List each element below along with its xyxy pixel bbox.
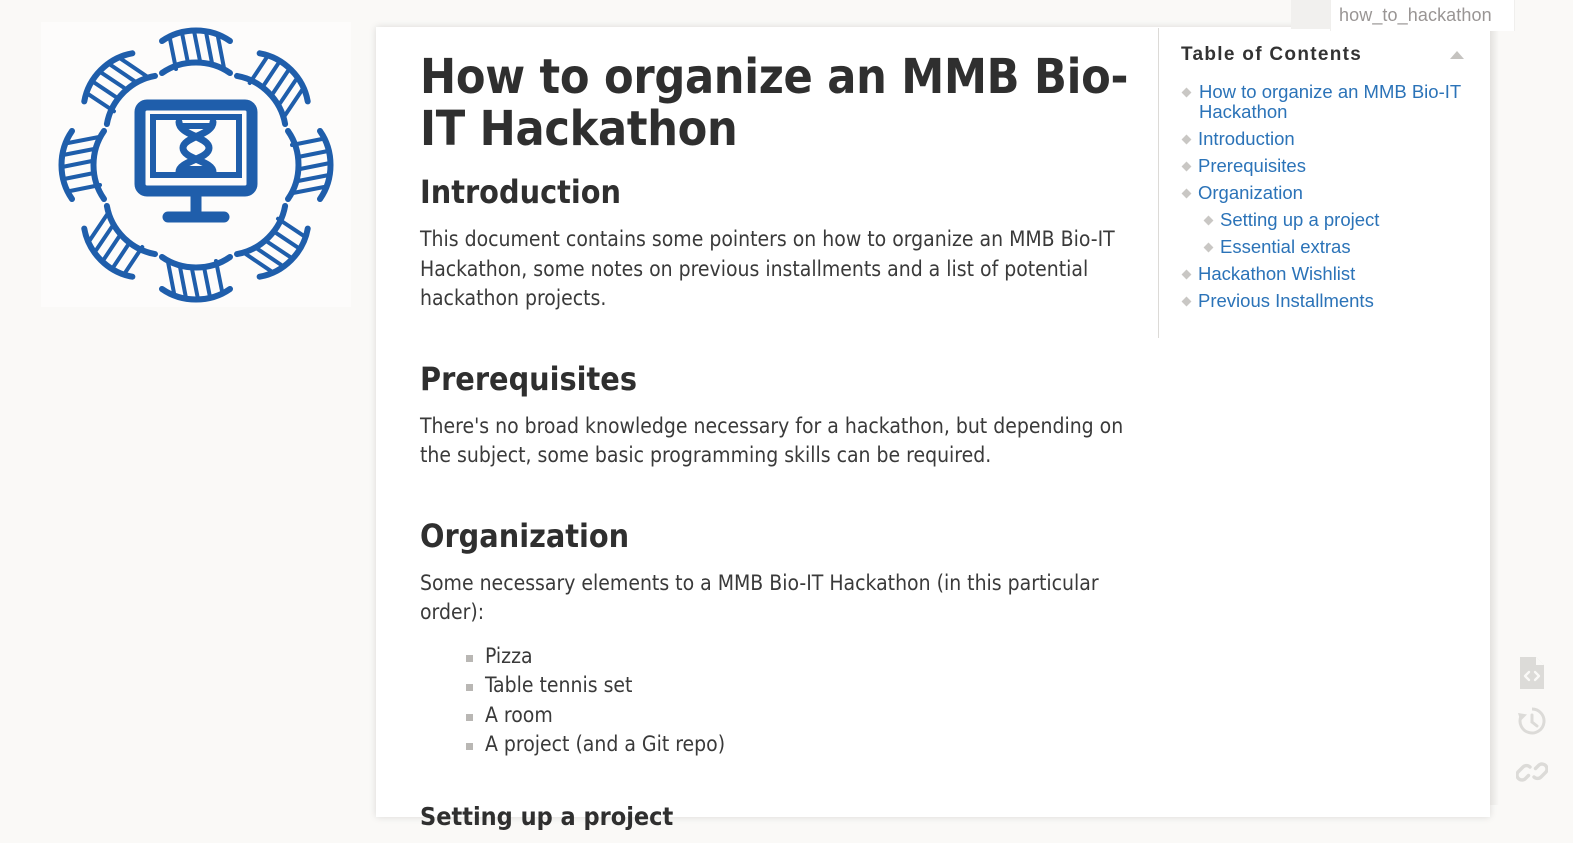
- show-pagesource-button[interactable]: [1512, 653, 1552, 693]
- list-item: Pizza: [466, 642, 1160, 672]
- diamond-bullet-icon: [1181, 161, 1192, 172]
- toc-item-setting-up-a-project[interactable]: Setting up a project: [1203, 210, 1470, 231]
- toc-link[interactable]: Setting up a project: [1220, 210, 1379, 230]
- organization-list: Pizza Table tennis set A room A project …: [420, 642, 1160, 760]
- list-item: A project (and a Git repo): [466, 730, 1160, 760]
- pagename-label: how_to_hackathon: [1339, 5, 1492, 25]
- toc-item-introduction[interactable]: Introduction: [1181, 129, 1470, 150]
- diamond-bullet-icon: [1203, 215, 1214, 226]
- paragraph-introduction: This document contains some pointers on …: [420, 227, 1115, 310]
- diamond-bullet-icon: [1181, 269, 1192, 280]
- square-bullet-icon: [466, 684, 473, 691]
- square-bullet-icon: [466, 654, 473, 662]
- article-body: How to organize an MMB Bio-IT Hackathon …: [420, 51, 1160, 843]
- toc-list: How to organize an MMB Bio-IT Hackathon …: [1181, 82, 1470, 312]
- rail-edge-shadow: [1490, 0, 1499, 805]
- backlinks-icon: [1516, 762, 1548, 782]
- list-item: A room: [466, 701, 1160, 731]
- pagename-tab[interactable]: how_to_hackathon: [1330, 0, 1515, 31]
- heading-setting-up-a-project: Setting up a project: [420, 801, 674, 831]
- toc-item-essential-extras[interactable]: Essential extras: [1203, 237, 1470, 258]
- list-item-label: Pizza: [485, 643, 533, 668]
- toc-link[interactable]: Introduction: [1198, 129, 1295, 149]
- toc-link[interactable]: Essential extras: [1220, 237, 1351, 257]
- heading-organization: Organization: [420, 516, 630, 555]
- list-item: Table tennis set: [466, 671, 1160, 701]
- page-content-card: Table of Contents How to organize an MMB…: [376, 27, 1490, 831]
- heading-prerequisites: Prerequisites: [420, 359, 637, 398]
- table-of-contents: Table of Contents How to organize an MMB…: [1158, 28, 1490, 338]
- toc-item-hackathon[interactable]: How to organize an MMB Bio-IT Hackathon: [1181, 82, 1470, 123]
- toc-link[interactable]: Previous Installments: [1198, 291, 1374, 311]
- diamond-bullet-icon: [1181, 188, 1192, 199]
- toc-title: Table of Contents: [1181, 44, 1363, 65]
- diamond-bullet-icon: [1181, 296, 1192, 307]
- toc-link[interactable]: Hackathon Wishlist: [1198, 264, 1355, 284]
- toc-link[interactable]: How to organize an MMB Bio-IT Hackathon: [1199, 82, 1470, 122]
- list-item-label: A project (and a Git repo): [485, 732, 726, 756]
- toc-item-prerequisites[interactable]: Prerequisites: [1181, 156, 1470, 177]
- diamond-bullet-icon: [1181, 87, 1192, 98]
- toc-item-hackathon-wishlist[interactable]: Hackathon Wishlist: [1181, 264, 1470, 285]
- toc-link[interactable]: Prerequisites: [1198, 156, 1306, 176]
- toc-item-organization[interactable]: Organization: [1181, 183, 1470, 204]
- old-revisions-icon: [1518, 707, 1546, 735]
- paragraph-prerequisites: There's no broad knowledge necessary for…: [420, 413, 1124, 468]
- site-logo[interactable]: [41, 22, 351, 307]
- old-revisions-button[interactable]: [1512, 701, 1552, 741]
- tab-strip-stub: [1291, 0, 1331, 29]
- diamond-bullet-icon: [1181, 134, 1192, 145]
- toc-header[interactable]: Table of Contents: [1181, 44, 1470, 66]
- paragraph-organization: Some necessary elements to a MMB Bio-IT …: [420, 570, 1099, 625]
- page-title: How to organize an MMB Bio-IT Hackathon: [420, 49, 1129, 157]
- heading-introduction: Introduction: [420, 173, 622, 211]
- page-tools-rail: [1490, 0, 1573, 805]
- diamond-bullet-icon: [1203, 242, 1214, 253]
- list-item-label: Table tennis set: [485, 673, 633, 697]
- mmb-bio-it-dna-monitor-logo-svg: [58, 27, 334, 302]
- backlinks-button[interactable]: [1512, 752, 1552, 792]
- toc-item-previous-installments[interactable]: Previous Installments: [1181, 291, 1470, 312]
- show-pagesource-icon: [1520, 657, 1544, 689]
- toc-link[interactable]: Organization: [1198, 183, 1303, 203]
- list-item-label: A room: [485, 702, 553, 727]
- square-bullet-icon: [466, 713, 473, 721]
- chevron-up-icon[interactable]: [1450, 51, 1464, 59]
- square-bullet-icon: [466, 743, 473, 750]
